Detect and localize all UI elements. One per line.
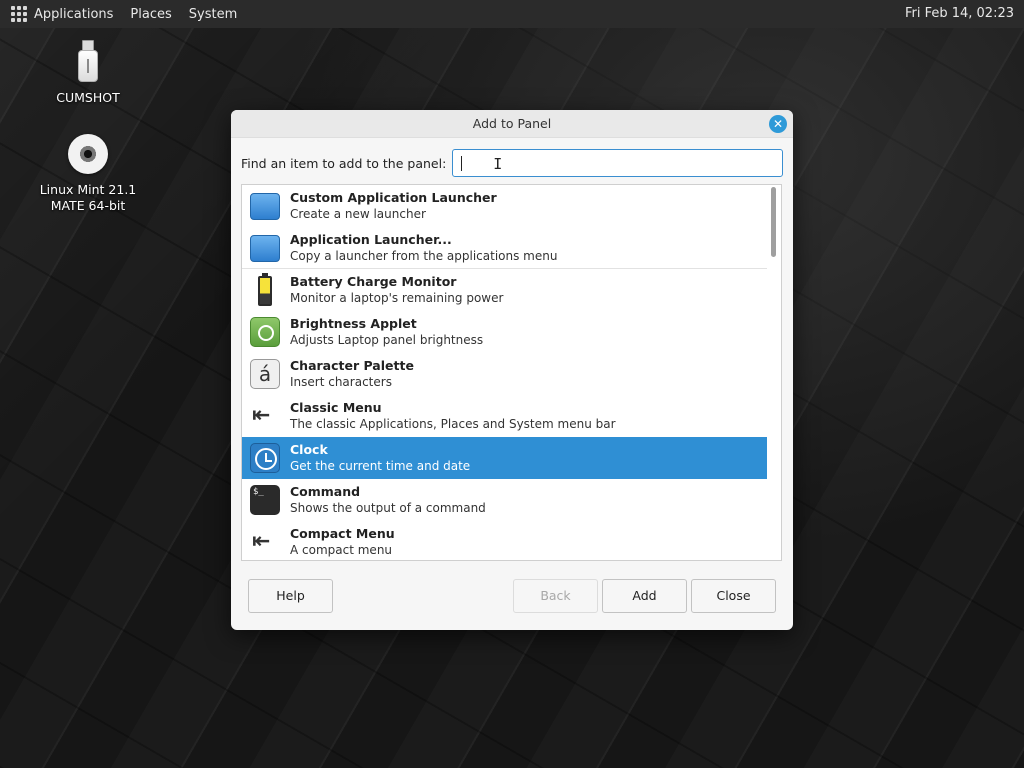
- item-name: Classic Menu: [290, 400, 382, 415]
- item-name: Application Launcher...: [290, 231, 452, 247]
- menu-places[interactable]: Places: [130, 7, 171, 22]
- optical-disc-icon: [68, 134, 108, 174]
- applet-list[interactable]: Custom Application Launcher Create a new …: [241, 184, 782, 561]
- help-button[interactable]: Help: [248, 579, 333, 613]
- item-desc: Copy a launcher from the applications me…: [290, 248, 558, 263]
- list-item-selected[interactable]: Clock Get the current time and date: [242, 437, 768, 479]
- dialog-titlebar[interactable]: Add to Panel ✕: [231, 110, 793, 138]
- item-name: Battery Charge Monitor: [290, 274, 457, 289]
- item-desc: The classic Applications, Places and Sys…: [290, 417, 616, 431]
- menu-applications[interactable]: Applications: [34, 7, 113, 22]
- top-panel: Applications Places System Fri Feb 14, 0…: [0, 0, 1024, 28]
- list-item[interactable]: $_ Command Shows the output of a command: [242, 479, 768, 521]
- item-name: Clock: [290, 442, 328, 457]
- menu-system[interactable]: System: [189, 7, 237, 22]
- find-row: Find an item to add to the panel: I: [241, 149, 783, 177]
- desktop-icon-disc[interactable]: Linux Mint 21.1 MATE 64-bit: [18, 134, 158, 214]
- clock-icon: [249, 442, 281, 474]
- terminal-icon: $_: [249, 484, 281, 516]
- desktop-icon-usb[interactable]: CUMSHOT: [18, 40, 158, 106]
- list-item[interactable]: ⇤ Classic Menu The classic Applications, …: [242, 395, 768, 437]
- back-button[interactable]: Back: [513, 579, 598, 613]
- ibeam-cursor-icon: I: [493, 155, 503, 173]
- desktop-icon-label: Linux Mint 21.1 MATE 64-bit: [39, 182, 137, 213]
- launcher-icon: [249, 190, 281, 222]
- item-name: Custom Application Launcher: [290, 190, 497, 205]
- item-desc: Shows the output of a command: [290, 501, 486, 515]
- item-name: Brightness Applet: [290, 316, 417, 331]
- close-icon[interactable]: ✕: [769, 115, 787, 133]
- launcher-icon: [249, 232, 281, 264]
- item-desc: Monitor a laptop's remaining power: [290, 291, 504, 305]
- list-item[interactable]: á Character Palette Insert characters: [242, 353, 768, 395]
- item-desc: A compact menu: [290, 543, 393, 557]
- list-item[interactable]: Brightness Applet Adjusts Laptop panel br…: [242, 311, 768, 353]
- list-item[interactable]: ⇤ Compact Menu A compact menu: [242, 521, 768, 560]
- usb-drive-icon: [78, 40, 98, 84]
- item-desc: Create a new launcher: [290, 207, 426, 221]
- item-desc: Insert characters: [290, 375, 392, 389]
- search-input-frame[interactable]: I: [452, 149, 783, 177]
- item-name: Command: [290, 484, 361, 499]
- panel-clock[interactable]: Fri Feb 14, 02:23: [905, 6, 1014, 21]
- list-item[interactable]: Battery Charge Monitor Monitor a laptop's…: [242, 269, 768, 311]
- item-name: Character Palette: [290, 358, 414, 373]
- text-caret: [461, 156, 463, 171]
- list-scrollbar[interactable]: [767, 185, 781, 560]
- scroll-thumb[interactable]: [771, 187, 776, 257]
- add-button[interactable]: Add: [602, 579, 687, 613]
- character-palette-icon: á: [249, 358, 281, 390]
- battery-icon: [249, 273, 281, 306]
- apps-grid-icon[interactable]: [11, 6, 27, 22]
- list-item[interactable]: Application Launcher... Copy a launcher f…: [242, 227, 768, 269]
- menu-arrow-icon: ⇤: [252, 529, 271, 554]
- search-input[interactable]: [453, 150, 782, 176]
- brightness-icon: [249, 316, 281, 348]
- item-desc: Get the current time and date: [290, 459, 471, 473]
- desktop-icon-label: CUMSHOT: [56, 90, 120, 105]
- list-item[interactable]: Custom Application Launcher Create a new …: [242, 185, 768, 227]
- close-button[interactable]: Close: [691, 579, 776, 613]
- add-to-panel-dialog: Add to Panel ✕ Find an item to add to th…: [231, 110, 793, 630]
- item-name: Compact Menu: [290, 526, 395, 541]
- menu-arrow-icon: ⇤: [252, 403, 271, 428]
- item-desc: Adjusts Laptop panel brightness: [290, 333, 484, 347]
- dialog-title: Add to Panel: [472, 116, 552, 131]
- find-label: Find an item to add to the panel:: [241, 155, 447, 171]
